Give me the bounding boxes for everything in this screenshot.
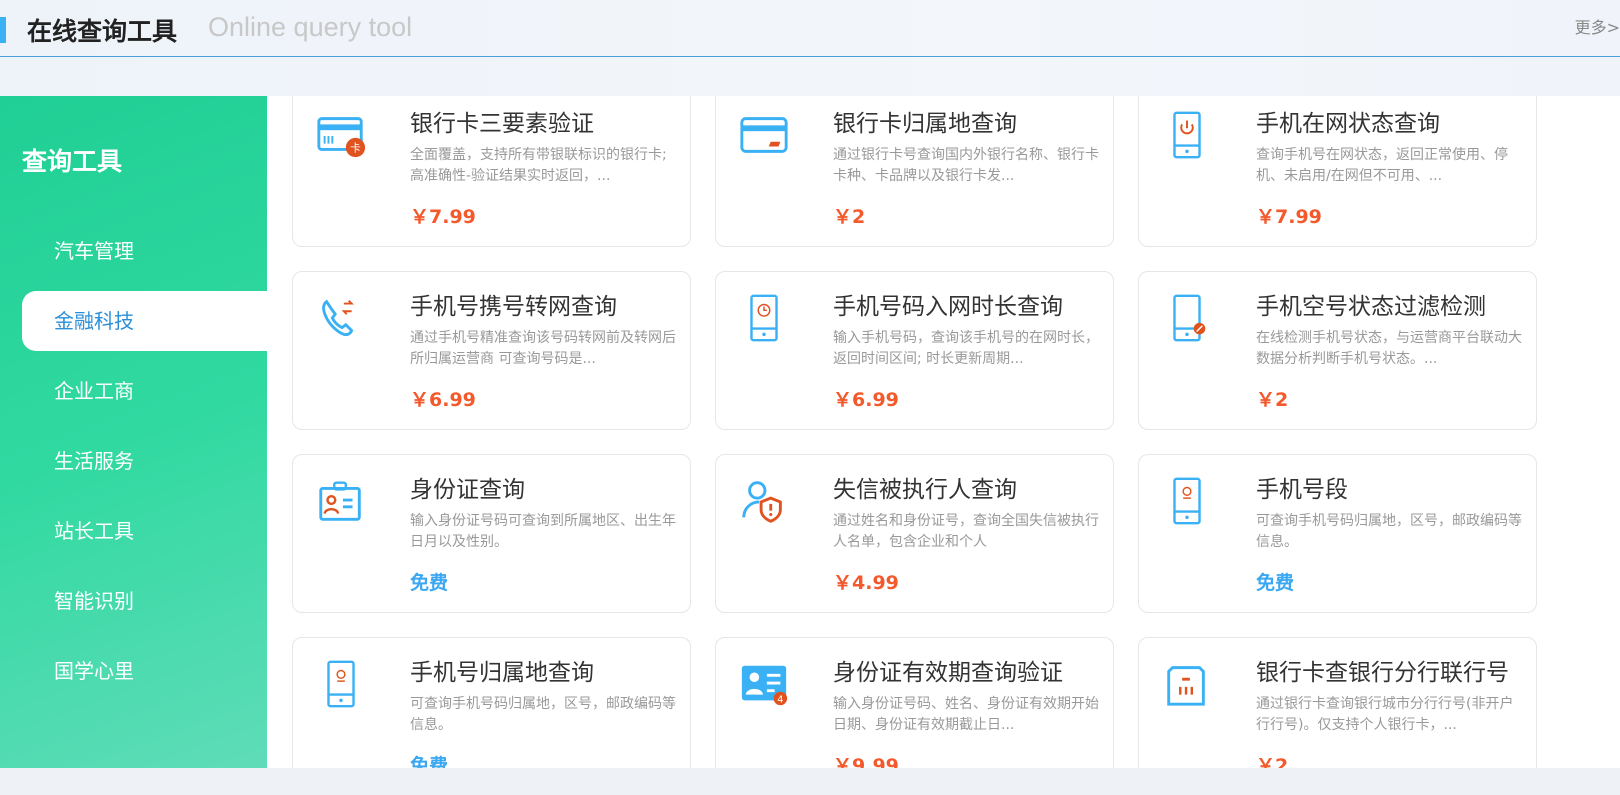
sidebar-item[interactable]: 汽车管理: [22, 221, 267, 281]
card-price: ￥7.99: [1256, 206, 1322, 228]
card-title: 手机号归属地查询: [410, 660, 594, 686]
page-subtitle: Online query tool: [208, 12, 413, 42]
tool-card[interactable]: 手机号携号转网查询 通过手机号精准查询该号码转网前及转网后所归属运营商 可查询号…: [292, 271, 691, 430]
sidebar: 查询工具 汽车管理金融科技企业工商生活服务站长工具智能识别国学心里: [0, 96, 267, 768]
card-title: 银行卡归属地查询: [833, 111, 1017, 137]
tool-card[interactable]: 手机号段 可查询手机号码归属地，区号，邮政编码等信息。 免费: [1138, 454, 1537, 613]
header: 在线查询工具 Online query tool 更多>: [0, 0, 1620, 96]
header-divider: [0, 56, 1620, 57]
tool-card[interactable]: 手机号码入网时长查询 输入手机号码，查询该手机号的在网时长，返回时间区间; 时长…: [715, 271, 1114, 430]
card-description: 可查询手机号码归属地，区号，邮政编码等信息。: [1256, 513, 1522, 550]
sidebar-item[interactable]: 智能识别: [22, 571, 267, 631]
card-price: ￥6.99: [833, 389, 899, 411]
id-card-icon: 4: [741, 665, 788, 705]
credit-card-icon: [740, 117, 788, 153]
sidebar-item[interactable]: 站长工具: [22, 501, 267, 561]
card-price: ￥2: [1256, 389, 1289, 411]
tool-card[interactable]: 银行卡归属地查询 通过银行卡号查询国内外银行名称、银行卡卡种、卡品牌以及银行卡发…: [715, 96, 1114, 247]
card-title: 手机号码入网时长查询: [833, 294, 1063, 320]
svg-text:卡: 卡: [350, 141, 361, 154]
person-warning-icon: [742, 481, 782, 523]
card-price: ￥2: [1256, 755, 1289, 768]
card-description: 在线检测手机号状态，与运营商平台联动大数据分析判断手机号状态。...: [1256, 330, 1522, 367]
card-price: ￥9.99: [833, 755, 899, 768]
bank-branch-icon: [1167, 666, 1205, 706]
card-price: ￥7.99: [410, 206, 476, 228]
card-description: 通过手机号精准查询该号码转网前及转网后所归属运营商 可查询号码是...: [410, 330, 676, 367]
card-price: 免费: [410, 572, 449, 594]
card-title: 失信被执行人查询: [833, 477, 1017, 503]
sidebar-item[interactable]: 国学心里: [22, 641, 267, 701]
card-title: 手机号段: [1256, 477, 1348, 503]
tool-card[interactable]: 手机号归属地查询 可查询手机号码归属地，区号，邮政编码等信息。 免费: [292, 637, 691, 768]
tool-card[interactable]: 手机在网状态查询 查询手机号在网状态，返回正常使用、停机、未启用/在网但不可用、…: [1138, 96, 1537, 247]
bank-card-icon: 卡: [317, 117, 366, 158]
card-description: 输入身份证号码可查询到所属地区、出生年日月以及性别。: [410, 513, 676, 550]
card-price: 免费: [1256, 572, 1295, 594]
card-description: 通过银行卡查询银行城市分行行号(非开户行行号)。仅支持个人银行卡，...: [1256, 696, 1514, 733]
phone-location-icon: [1173, 477, 1201, 525]
tool-card[interactable]: 4 身份证有效期查询验证 输入身份证号码、姓名、身份证有效期开始日期、身份证有效…: [715, 637, 1114, 768]
card-description: 可查询手机号码归属地，区号，邮政编码等信息。: [410, 696, 676, 733]
sidebar-item[interactable]: 生活服务: [22, 431, 267, 491]
card-title: 手机在网状态查询: [1256, 111, 1440, 137]
card-description: 全面覆盖，支持所有带银联标识的银行卡; 高准确性-验证结果实时返回，...: [410, 147, 667, 184]
card-title: 手机空号状态过滤检测: [1256, 294, 1486, 320]
sidebar-item[interactable]: 金融科技: [22, 291, 267, 351]
phone-location-icon: [327, 660, 355, 708]
bottom-strip: [0, 768, 1620, 795]
card-title: 银行卡查银行分行联行号: [1256, 660, 1509, 686]
card-title: 手机号携号转网查询: [410, 294, 617, 320]
more-link[interactable]: 更多>: [1575, 14, 1620, 38]
phone-blocked-icon: [1173, 294, 1206, 342]
phone-clock-icon: [750, 294, 778, 342]
svg-text:4: 4: [777, 694, 783, 705]
tool-card[interactable]: 卡 银行卡三要素验证 全面覆盖，支持所有带银联标识的银行卡; 高准确性-验证结果…: [292, 96, 691, 247]
card-description: 查询手机号在网状态，返回正常使用、停机、未启用/在网但不可用、...: [1256, 147, 1508, 184]
id-badge-icon: [319, 481, 361, 521]
tool-card[interactable]: 身份证查询 输入身份证号码可查询到所属地区、出生年日月以及性别。 免费: [292, 454, 691, 613]
card-description: 输入手机号码，查询该手机号的在网时长，返回时间区间; 时长更新周期...: [833, 330, 1099, 367]
card-title: 银行卡三要素验证: [410, 111, 594, 137]
tool-card[interactable]: 手机空号状态过滤检测 在线检测手机号状态，与运营商平台联动大数据分析判断手机号状…: [1138, 271, 1537, 430]
card-title: 身份证查询: [410, 477, 525, 503]
card-description: 输入身份证号码、姓名、身份证有效期开始日期、身份证有效期截止日...: [833, 696, 1099, 733]
card-description: 通过姓名和身份证号，查询全国失信被执行人名单，包含企业和个人: [833, 513, 1099, 550]
page-title: 在线查询工具: [27, 17, 178, 46]
sidebar-item[interactable]: 企业工商: [22, 361, 267, 421]
phone-transfer-icon: [322, 299, 354, 337]
card-price: ￥2: [833, 206, 866, 228]
sidebar-title: 查询工具: [22, 147, 123, 176]
tool-card[interactable]: 银行卡查银行分行联行号 通过银行卡查询银行城市分行行号(非开户行行号)。仅支持个…: [1138, 637, 1537, 768]
tool-card[interactable]: 失信被执行人查询 通过姓名和身份证号，查询全国失信被执行人名单，包含企业和个人 …: [715, 454, 1114, 613]
card-price: 免费: [410, 755, 449, 768]
card-description: 通过银行卡号查询国内外银行名称、银行卡卡种、卡品牌以及银行卡发...: [833, 147, 1099, 184]
card-price: ￥6.99: [410, 389, 476, 411]
title-accent-bar: [0, 17, 6, 43]
card-title: 身份证有效期查询验证: [833, 660, 1063, 686]
phone-power-icon: [1173, 111, 1201, 159]
tool-grid: 卡 银行卡三要素验证 全面覆盖，支持所有带银联标识的银行卡; 高准确性-验证结果…: [267, 96, 1620, 768]
card-price: ￥4.99: [833, 572, 899, 594]
